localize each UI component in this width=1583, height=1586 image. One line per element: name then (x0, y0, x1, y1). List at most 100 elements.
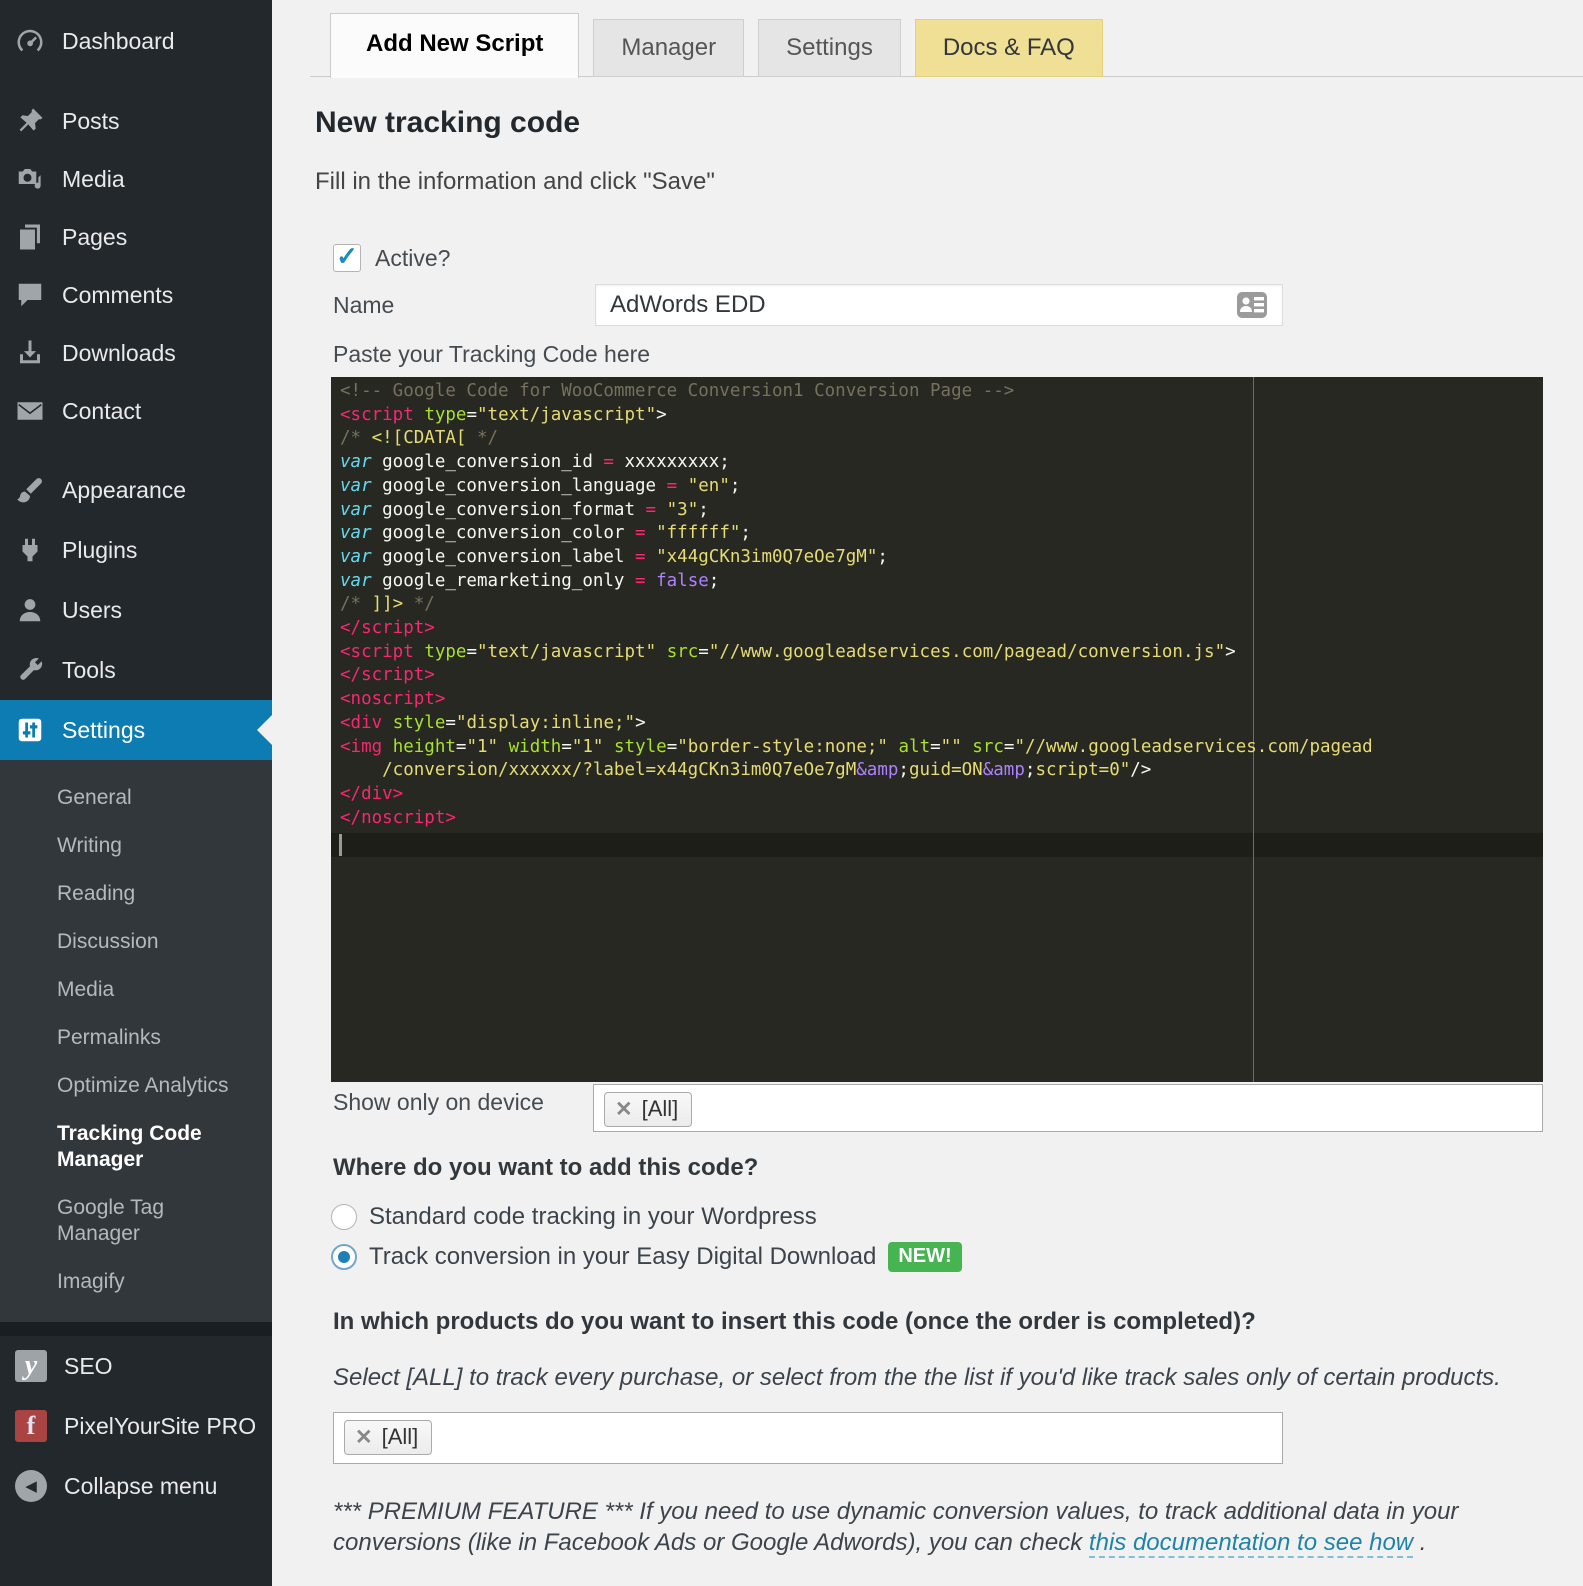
collapse-icon: ◀ (15, 1470, 47, 1502)
submenu-item-discussion[interactable]: Discussion (0, 918, 261, 966)
tab-settings[interactable]: Settings (758, 19, 901, 77)
submenu-item-imagify[interactable]: Imagify (0, 1258, 261, 1306)
sidebar-item-label: Dashboard (62, 28, 175, 55)
products-select[interactable]: ✕ [All] (333, 1412, 1283, 1464)
submenu-item-writing[interactable]: Writing (0, 822, 261, 870)
sidebar-item-plugins[interactable]: Plugins (0, 520, 272, 580)
code-line: var google_remarketing_only = false; (340, 570, 1543, 594)
sidebar-item-dashboard[interactable]: Dashboard (0, 12, 272, 70)
tab-docs-faq[interactable]: Docs & FAQ (915, 19, 1103, 77)
sidebar-item-media[interactable]: Media (0, 150, 272, 208)
products-chip: ✕ [All] (344, 1420, 432, 1455)
sidebar-item-collapse-menu[interactable]: ◀ Collapse menu (0, 1456, 272, 1516)
sidebar-item-label: Collapse menu (64, 1473, 217, 1500)
download-icon (15, 338, 45, 368)
code-line: </div> (340, 783, 1543, 807)
code-line: /conversion/xxxxxx/?label=x44gCKn3im0Q7e… (340, 759, 1543, 783)
sidebar-item-users[interactable]: Users (0, 580, 272, 640)
user-icon (15, 595, 45, 625)
submenu-item-tracking-code-manager[interactable]: Tracking Code Manager (0, 1110, 261, 1184)
sidebar-item-pixelyoursite-pro[interactable]: f PixelYourSite PRO (0, 1396, 272, 1456)
code-line: var google_conversion_id = xxxxxxxxx; (340, 451, 1543, 475)
sidebar-item-label: Comments (62, 282, 173, 309)
dashboard-icon (15, 26, 45, 56)
products-chip-label: [All] (382, 1424, 419, 1450)
sidebar-item-label: Settings (62, 717, 145, 744)
code-line: var google_conversion_language = "en"; (340, 475, 1543, 499)
tab-add-new-script[interactable]: Add New Script (330, 13, 579, 78)
settings-submenu: GeneralWritingReadingDiscussionMediaPerm… (0, 760, 272, 1322)
remove-chip-icon[interactable]: ✕ (355, 1425, 373, 1450)
submenu-item-reading[interactable]: Reading (0, 870, 261, 918)
radio-selected[interactable] (331, 1244, 357, 1270)
code-line: </noscript> (340, 807, 1543, 831)
sidebar-item-settings[interactable]: Settings (0, 700, 272, 760)
sidebar-menu-top: Dashboard Posts Media Pages Comments Download… (0, 0, 272, 440)
submenu-item-permalinks[interactable]: Permalinks (0, 1014, 261, 1062)
code-line: var google_conversion_label = "x44gCKn3i… (340, 546, 1543, 570)
sidebar-item-label: Posts (62, 108, 120, 135)
code-line: </script> (340, 664, 1543, 688)
documentation-link[interactable]: this documentation to see how (1089, 1529, 1413, 1558)
new-badge: NEW! (888, 1242, 961, 1272)
name-label: Name (333, 292, 394, 319)
remove-chip-icon[interactable]: ✕ (615, 1097, 633, 1122)
code-editor[interactable]: <!-- Google Code for WooCommerce Convers… (331, 377, 1543, 1082)
wp-admin-sidebar: Dashboard Posts Media Pages Comments Download… (0, 0, 272, 1586)
code-line: </script> (340, 617, 1543, 641)
name-value: AdWords EDD (610, 291, 766, 319)
code-line: <script type="text/javascript"> (340, 404, 1543, 428)
sidebar-item-label: Tools (62, 657, 116, 684)
radio-group: Standard code tracking in your Wordpress… (331, 1204, 962, 1284)
submenu-item-media[interactable]: Media (0, 966, 261, 1014)
name-input[interactable]: AdWords EDD (595, 284, 1283, 326)
radio-unselected[interactable] (331, 1204, 357, 1230)
sidebar-item-label: Plugins (62, 537, 137, 564)
page-subtitle: Fill in the information and click "Save" (315, 168, 715, 196)
radio-option-track-conversion-in-your-easy-digital-download: Track conversion in your Easy Digital Do… (331, 1244, 962, 1270)
sidebar-item-contact[interactable]: Contact (0, 382, 272, 440)
sidebar-item-label: Users (62, 597, 122, 624)
code-line: <noscript> (340, 688, 1543, 712)
code-line: <div style="display:inline;"> (340, 712, 1543, 736)
active-checkbox[interactable]: ✓ (333, 244, 361, 272)
device-label: Show only on device (333, 1089, 544, 1116)
pages-icon (15, 222, 45, 252)
device-chip: ✕ [All] (604, 1092, 692, 1127)
sidebar-item-downloads[interactable]: Downloads (0, 324, 272, 382)
sidebar-item-tools[interactable]: Tools (0, 640, 272, 700)
tab-manager[interactable]: Manager (593, 19, 744, 77)
tab-bar: Add New ScriptManagerSettingsDocs & FAQ (310, 12, 1583, 77)
sidebar-item-appearance[interactable]: Appearance (0, 460, 272, 520)
editor-active-line (331, 833, 1543, 857)
products-hint: Select [ALL] to track every purchase, or… (333, 1364, 1501, 1392)
submenu-item-general[interactable]: General (0, 774, 261, 822)
email-icon (15, 396, 45, 426)
code-editor-lines: <!-- Google Code for WooCommerce Convers… (331, 377, 1543, 830)
radio-label: Standard code tracking in your Wordpress (369, 1203, 817, 1231)
sidebar-item-label: Pages (62, 224, 127, 251)
brush-icon (15, 475, 45, 505)
tracking-code-label: Paste your Tracking Code here (333, 341, 650, 368)
sidebar-item-label: SEO (64, 1353, 113, 1380)
pushpin-icon (15, 106, 45, 136)
sidebar-item-label: Media (62, 166, 125, 193)
premium-note: *** PREMIUM FEATURE *** If you need to u… (333, 1496, 1545, 1558)
submenu-item-google-tag-manager[interactable]: Google Tag Manager (0, 1184, 261, 1258)
sidebar-item-comments[interactable]: Comments (0, 266, 272, 324)
sidebar-divider (0, 1322, 272, 1336)
sliders-icon (15, 715, 45, 745)
sidebar-item-posts[interactable]: Posts (0, 92, 272, 150)
sidebar-item-seo[interactable]: y SEO (0, 1336, 272, 1396)
contact-card-icon[interactable] (1232, 290, 1272, 320)
checkmark-icon: ✓ (336, 243, 358, 269)
submenu-item-optimize-analytics[interactable]: Optimize Analytics (0, 1062, 261, 1110)
sidebar-item-label: PixelYourSite PRO (64, 1413, 256, 1440)
sidebar-item-label: Appearance (62, 477, 186, 504)
code-line: var google_conversion_color = "ffffff"; (340, 522, 1543, 546)
device-select[interactable]: ✕ [All] (593, 1084, 1543, 1132)
radio-option-standard-code-tracking-in-your-wordpress: Standard code tracking in your Wordpress (331, 1204, 962, 1230)
yoast-icon: y (15, 1350, 47, 1382)
facebook-icon: f (15, 1410, 47, 1442)
sidebar-item-pages[interactable]: Pages (0, 208, 272, 266)
